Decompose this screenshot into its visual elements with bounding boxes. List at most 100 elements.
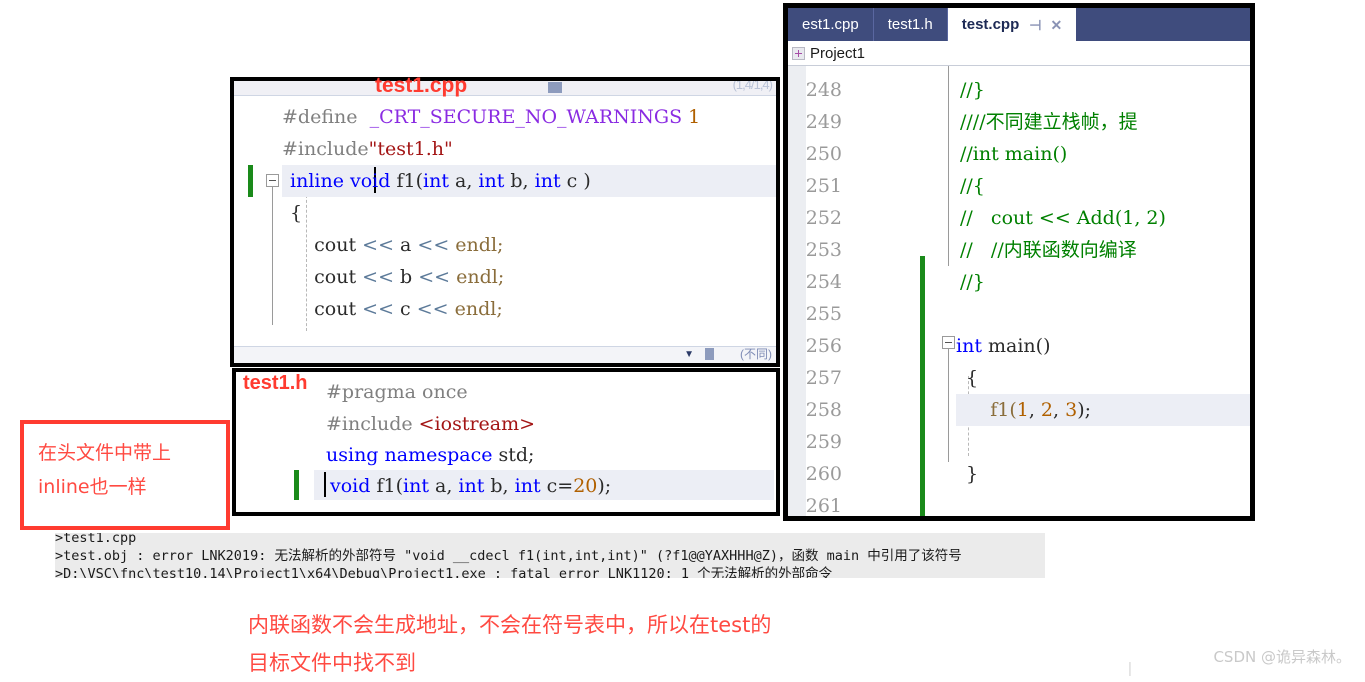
tab-bar-filler (1076, 8, 1250, 41)
code-token: << (362, 266, 394, 288)
editor-h-text-area[interactable]: #pragma once #include <iostream> using n… (236, 372, 776, 512)
line-number: 251 (805, 175, 842, 197)
code-line: //} (960, 74, 985, 106)
tab-label: test1.h (887, 16, 933, 33)
code-line: cout << a << endl; (290, 229, 503, 261)
code-line: #pragma once (326, 376, 468, 408)
code-token: namespace (384, 444, 493, 466)
code-line: inline void f1(int a, int b, int c ) (290, 165, 591, 197)
code-token: cout (290, 266, 363, 288)
close-icon[interactable]: ✕ (1050, 18, 1062, 32)
fold-collapse-icon[interactable] (266, 174, 279, 187)
gutter-strip (788, 66, 806, 516)
editor-cpp-bottom-scrollbar[interactable]: ▼ (不同) (234, 346, 776, 363)
annotation-note-box: 在头文件中带上 inline也一样 (20, 420, 230, 530)
code-token: b, (484, 475, 515, 497)
editor-panel-test1-cpp: (1,4/1,4) #define _CRT_SECURE_NO_WARNING… (230, 77, 780, 367)
scroll-down-arrow-icon[interactable]: ▼ (684, 349, 694, 360)
code-token: "test1.h" (368, 138, 453, 160)
code-token: 1 (1016, 399, 1029, 421)
code-token: #include (326, 413, 419, 435)
vs-code-text[interactable]: //} ////不同建立栈帧，提 //int main() //{ // cou… (848, 66, 1250, 516)
code-token: } (960, 463, 979, 485)
code-token: c ) (560, 170, 591, 192)
code-token: a (394, 234, 418, 256)
line-number: 255 (805, 303, 842, 325)
line-number: 249 (805, 111, 842, 133)
code-token: 2 (1040, 399, 1054, 421)
code-token: , (1053, 399, 1066, 421)
code-separator-line (948, 66, 949, 266)
code-token: << (418, 266, 451, 288)
text-caret (324, 472, 326, 497)
code-line: #define _CRT_SECURE_NO_WARNINGS 1 (282, 101, 700, 133)
code-line: { (290, 197, 302, 229)
code-token: ); (1077, 399, 1092, 421)
code-line: void f1(int a, int b, int c=20); (330, 470, 611, 502)
editor-tab-bar: est1.cpp test1.h test.cpp ⊣ ✕ (788, 8, 1250, 41)
note-line-1: 在头文件中带上 (38, 442, 172, 464)
scrollbar-thumb[interactable] (548, 82, 563, 93)
vs-editor-area[interactable]: 248 249 250 251 252 253 254 255 256 257 … (788, 66, 1250, 516)
code-line: } (960, 458, 978, 490)
tab-test-cpp[interactable]: test.cpp ⊣ ✕ (947, 8, 1077, 41)
tab-test1-h[interactable]: test1.h (874, 8, 948, 41)
code-token: int (514, 475, 541, 497)
code-token: void (330, 475, 371, 497)
code-token: a, (428, 475, 459, 497)
editor-cpp-text-area[interactable]: #define _CRT_SECURE_NO_WARNINGS 1 #inclu… (234, 95, 776, 347)
tab-test1-cpp[interactable]: est1.cpp (788, 8, 874, 41)
code-token: << (416, 298, 449, 320)
annotation-caption: 内联函数不会生成地址，不会在符号表中，所以在test的 目标文件中找不到 (248, 606, 771, 682)
code-token: //} (960, 79, 985, 101)
fold-collapse-icon[interactable] (942, 336, 955, 349)
code-token: f1( (390, 170, 423, 192)
editor-panel-test1-h: #pragma once #include <iostream> using n… (232, 368, 780, 516)
expand-plus-icon[interactable] (792, 46, 805, 60)
code-token: b, (504, 170, 535, 192)
line-number: 258 (805, 399, 842, 421)
line-number: 250 (805, 143, 842, 165)
breadcrumb: Project1 (788, 41, 1250, 66)
code-token: << (417, 234, 450, 256)
code-token: <iostream> (418, 413, 536, 435)
file-label-test1-h: test1.h (243, 372, 308, 394)
change-bar-green (294, 470, 299, 500)
change-bar-green (248, 165, 253, 197)
code-token: // //内联函数向编译 (960, 239, 1137, 261)
editor-cpp-scroll-ghost-label: (1,4/1,4) (732, 77, 773, 92)
code-line: // cout << Add(1, 2) (960, 202, 1166, 234)
code-token: c= (540, 475, 574, 497)
code-line: ////不同建立栈帧，提 (960, 106, 1138, 138)
change-bar-green (920, 256, 925, 298)
code-line: //int main() (960, 138, 1067, 170)
code-token: #pragma once (326, 381, 468, 403)
line-number: 261 (805, 495, 842, 516)
code-token: , (1028, 399, 1041, 421)
code-token: cout (290, 298, 363, 320)
code-line: #include <iostream> (326, 408, 535, 440)
caption-line-2: 目标文件中找不到 (248, 651, 416, 675)
code-token: f1( (370, 475, 403, 497)
code-token: int (956, 335, 982, 357)
output-line: >test1.cpp (55, 533, 137, 546)
file-label-test1-cpp: test1.cpp (375, 74, 468, 97)
scrollbar-thumb[interactable] (705, 348, 714, 360)
output-line: >test.obj : error LNK2019: 无法解析的外部符号 "vo… (55, 548, 962, 564)
code-token: //} (960, 271, 985, 293)
editor-cpp-horizontal-scrollbar[interactable]: (1,4/1,4) (234, 81, 776, 96)
output-line: >D:\VSC\fnc\test10.14\Project1\x64\Debug… (55, 566, 833, 578)
code-token: #include (282, 138, 369, 160)
code-token: int (478, 170, 505, 192)
code-token: main() (981, 335, 1051, 357)
line-number: 254 (805, 271, 842, 293)
pin-icon[interactable]: ⊣ (1029, 18, 1041, 32)
tab-label: est1.cpp (802, 16, 859, 33)
line-number: 253 (805, 239, 842, 261)
code-token: // cout << Add(1, 2) (960, 207, 1166, 229)
code-token: { (960, 367, 979, 389)
code-token: _CRT_SECURE_NO_WARNINGS (369, 106, 683, 128)
code-line: int main() (956, 330, 1050, 362)
code-line: //} (960, 266, 985, 298)
code-token: 20 (573, 475, 598, 497)
